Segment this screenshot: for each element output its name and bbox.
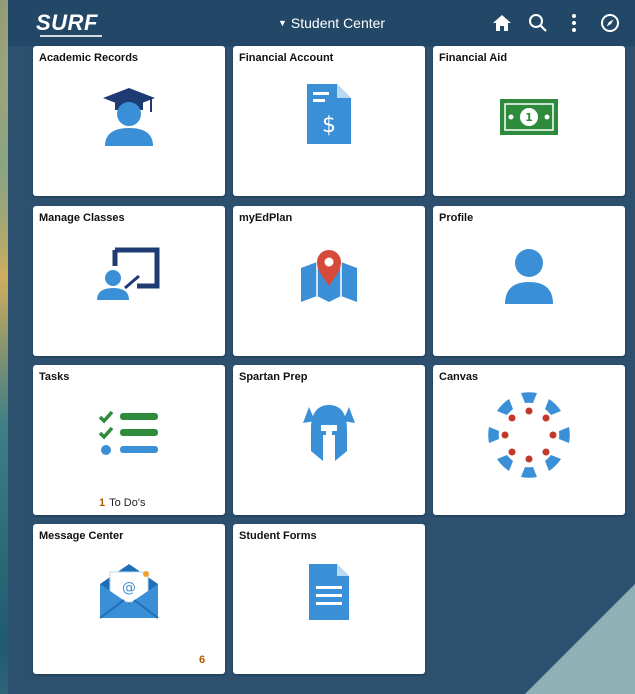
tile-title: Student Forms [239, 530, 317, 542]
home-icon[interactable] [491, 12, 513, 34]
svg-text:1: 1 [525, 111, 533, 124]
canvas-icon [433, 387, 625, 483]
surf-logo[interactable]: SURF [36, 10, 98, 36]
compass-icon[interactable] [599, 12, 621, 34]
tile-profile[interactable]: Profile [433, 206, 625, 356]
tile-title: Financial Aid [439, 52, 508, 64]
message-count-number: 6 [199, 654, 206, 666]
document-icon [233, 562, 425, 622]
message-count: 6 [199, 654, 209, 666]
tile-manage-classes[interactable]: Manage Classes [33, 206, 225, 356]
todo-count: 1 To Do's [99, 497, 145, 509]
class-board-icon [33, 246, 225, 302]
checklist-icon [33, 409, 225, 459]
person-icon [433, 246, 625, 304]
tile-title: Profile [439, 212, 474, 224]
spartan-helmet-icon [233, 401, 425, 465]
tile-title: Tasks [39, 371, 70, 383]
todo-count-number: 1 [99, 497, 106, 509]
svg-text:@: @ [122, 580, 136, 596]
tile-title: Canvas [439, 371, 479, 383]
tile-academic-records[interactable]: Academic Records [33, 46, 225, 196]
invoice-icon: $ [233, 82, 425, 146]
header-actions [491, 12, 621, 34]
tile-financial-account[interactable]: Financial Account $ [233, 46, 425, 196]
more-icon[interactable] [563, 12, 585, 34]
tile-myedplan[interactable]: myEdPlan [233, 206, 425, 356]
map-pin-icon [233, 246, 425, 306]
todo-count-label: To Do's [109, 497, 146, 509]
caret-down-icon: ▼ [278, 18, 287, 28]
search-icon[interactable] [527, 12, 549, 34]
page-fold-corner [525, 584, 635, 694]
tile-financial-aid[interactable]: Financial Aid 1 [433, 46, 625, 196]
homepage-title: Student Center [290, 15, 386, 31]
tile-title: myEdPlan [239, 212, 293, 224]
tile-message-center[interactable]: Message Center @ 6 [33, 524, 225, 674]
top-header: SURF ▼ Student Center [8, 0, 635, 46]
tile-title: Message Center [39, 530, 124, 542]
homepage-selector[interactable]: ▼ Student Center [278, 15, 385, 31]
graduate-icon [33, 86, 225, 148]
money-icon: 1 [433, 98, 625, 136]
envelope-icon: @ [33, 562, 225, 620]
tile-title: Spartan Prep [239, 371, 308, 383]
logo-underline [40, 35, 102, 37]
tile-spartan-prep[interactable]: Spartan Prep [233, 365, 425, 515]
tile-title: Academic Records [39, 52, 139, 64]
tile-title: Financial Account [239, 52, 334, 64]
tile-tasks[interactable]: Tasks 1 To Do's [33, 365, 225, 515]
tile-student-forms[interactable]: Student Forms [233, 524, 425, 674]
tile-canvas[interactable]: Canvas [433, 365, 625, 515]
tile-title: Manage Classes [39, 212, 125, 224]
svg-text:$: $ [322, 113, 336, 138]
